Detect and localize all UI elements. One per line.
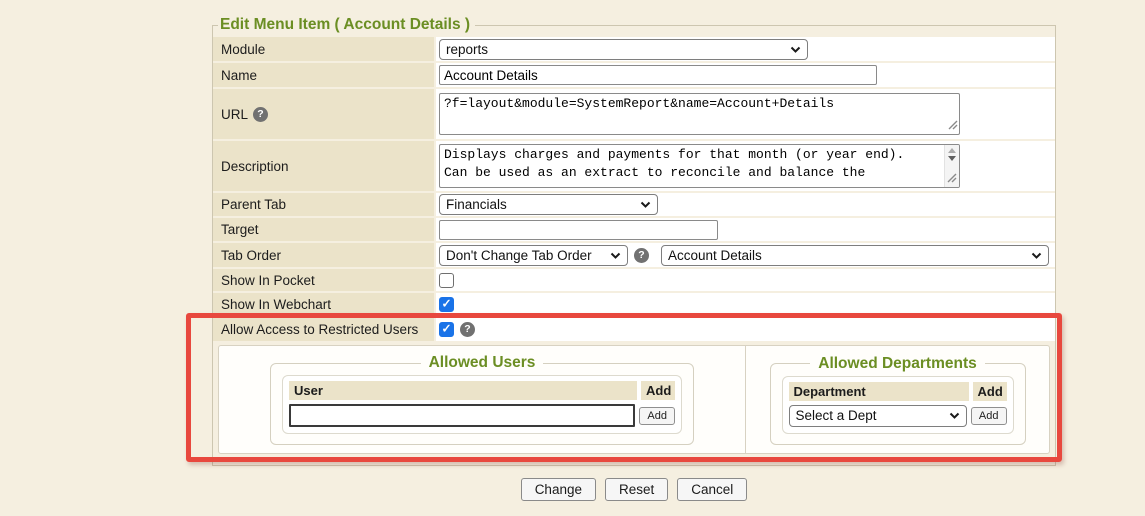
tab-order-label: Tab Order bbox=[213, 243, 434, 267]
allow-access-label: Allow Access to Restricted Users bbox=[213, 317, 434, 341]
form-title: Edit Menu Item ( Account Details ) bbox=[218, 16, 475, 34]
resize-grip-icon[interactable] bbox=[948, 118, 958, 133]
allowed-users-title: Allowed Users bbox=[421, 354, 544, 372]
department-select[interactable]: Select a Dept bbox=[789, 405, 967, 427]
allowed-departments-controls: Select a Dept Add bbox=[789, 405, 1007, 427]
show-in-webchart-checkbox[interactable]: ✓ bbox=[439, 297, 454, 312]
show-in-webchart-label: Show In Webchart bbox=[213, 293, 434, 315]
change-button[interactable]: Change bbox=[521, 478, 596, 501]
show-in-webchart-row: Show In Webchart ✓ bbox=[213, 293, 1055, 315]
add-column-header: Add bbox=[641, 381, 675, 400]
chevron-down-icon bbox=[1031, 252, 1042, 259]
parent-tab-select[interactable]: Financials bbox=[439, 194, 658, 215]
tab-order-item-select[interactable]: Account Details bbox=[661, 245, 1049, 266]
allowed-users-panel: Allowed Users User Add Add bbox=[219, 346, 746, 453]
allowed-departments-panel: Allowed Departments Department Add Selec… bbox=[746, 346, 1049, 453]
target-label: Target bbox=[213, 218, 434, 241]
allowed-departments-card: Department Add Select a Dept bbox=[782, 376, 1014, 434]
cancel-button[interactable]: Cancel bbox=[677, 478, 747, 501]
name-label: Name bbox=[213, 63, 434, 87]
description-label: Description bbox=[213, 141, 434, 191]
description-textarea[interactable]: Displays charges and payments for that m… bbox=[439, 144, 960, 188]
description-textarea-wrap: Displays charges and payments for that m… bbox=[439, 144, 960, 188]
allowed-departments-title: Allowed Departments bbox=[810, 355, 984, 373]
parent-tab-row: Parent Tab Financials bbox=[213, 193, 1055, 216]
chevron-down-icon bbox=[610, 252, 621, 259]
allowed-departments-fieldset: Allowed Departments Department Add Selec… bbox=[770, 355, 1026, 445]
allowed-users-fieldset: Allowed Users User Add Add bbox=[270, 354, 694, 445]
url-value-cell: ?f=layout&module=SystemReport&name=Accou… bbox=[436, 89, 1055, 139]
url-label: URL bbox=[221, 107, 248, 122]
restricted-access-panels-row: Allowed Users User Add Add bbox=[218, 345, 1050, 454]
edit-menu-item-form: Edit Menu Item ( Account Details ) Modul… bbox=[212, 16, 1056, 501]
url-row: URL ? ?f=layout&module=SystemReport&name… bbox=[213, 89, 1055, 139]
url-help-icon[interactable]: ? bbox=[253, 107, 268, 122]
user-column-header: User bbox=[289, 381, 637, 400]
module-row: Module reports bbox=[213, 37, 1055, 61]
tab-order-item-select-value: Account Details bbox=[668, 248, 762, 263]
description-scrollbar[interactable] bbox=[944, 145, 959, 187]
allowed-departments-header: Department Add bbox=[789, 382, 1007, 401]
resize-grip-icon[interactable] bbox=[947, 171, 957, 186]
url-textarea[interactable]: ?f=layout&module=SystemReport&name=Accou… bbox=[439, 93, 960, 135]
name-value-cell bbox=[436, 63, 1055, 87]
allow-access-value-cell: ✓ ? bbox=[436, 317, 1055, 341]
name-input[interactable] bbox=[439, 65, 877, 85]
tab-order-row: Tab Order Don't Change Tab Order ? Accou… bbox=[213, 243, 1055, 267]
description-row: Description Displays charges and payment… bbox=[213, 141, 1055, 191]
target-value-cell bbox=[436, 218, 1055, 241]
url-label-cell: URL ? bbox=[213, 89, 434, 139]
parent-tab-label: Parent Tab bbox=[213, 193, 434, 216]
name-row: Name bbox=[213, 63, 1055, 87]
add-column-header: Add bbox=[973, 382, 1007, 401]
allow-access-help-icon[interactable]: ? bbox=[460, 322, 475, 337]
add-department-button[interactable]: Add bbox=[971, 407, 1007, 425]
allow-access-checkbox[interactable]: ✓ bbox=[439, 322, 454, 337]
tab-order-select-value: Don't Change Tab Order bbox=[446, 248, 592, 263]
target-input[interactable] bbox=[439, 220, 718, 240]
module-value-cell: reports bbox=[436, 37, 1055, 61]
scroll-down-icon[interactable] bbox=[948, 156, 956, 161]
show-in-pocket-label: Show In Pocket bbox=[213, 269, 434, 291]
url-textarea-wrap: ?f=layout&module=SystemReport&name=Accou… bbox=[439, 93, 960, 135]
allowed-users-header: User Add bbox=[289, 381, 675, 400]
tab-order-select[interactable]: Don't Change Tab Order bbox=[439, 245, 628, 266]
reset-button[interactable]: Reset bbox=[605, 478, 668, 501]
checkmark-icon: ✓ bbox=[441, 323, 451, 335]
checkmark-icon: ✓ bbox=[441, 298, 451, 310]
module-select-value: reports bbox=[446, 42, 488, 57]
restricted-access-panels: Allowed Users User Add Add bbox=[218, 345, 1050, 454]
tab-order-value-cell: Don't Change Tab Order ? Account Details bbox=[436, 243, 1055, 267]
form-actions: Change Reset Cancel bbox=[212, 478, 1056, 501]
show-in-pocket-row: Show In Pocket ✓ bbox=[213, 269, 1055, 291]
description-value-cell: Displays charges and payments for that m… bbox=[436, 141, 1055, 191]
department-select-value: Select a Dept bbox=[796, 408, 877, 423]
tab-order-help-icon[interactable]: ? bbox=[634, 248, 649, 263]
department-column-header: Department bbox=[789, 382, 969, 401]
show-in-webchart-value-cell: ✓ bbox=[436, 293, 1055, 315]
user-input[interactable] bbox=[289, 404, 635, 427]
module-select[interactable]: reports bbox=[439, 39, 808, 60]
add-user-button[interactable]: Add bbox=[639, 407, 675, 425]
show-in-pocket-checkbox[interactable]: ✓ bbox=[439, 273, 454, 288]
show-in-pocket-value-cell: ✓ bbox=[436, 269, 1055, 291]
parent-tab-value-cell: Financials bbox=[436, 193, 1055, 216]
module-label: Module bbox=[213, 37, 434, 61]
target-row: Target bbox=[213, 218, 1055, 241]
edit-menu-item-fieldset: Edit Menu Item ( Account Details ) Modul… bbox=[212, 16, 1056, 466]
chevron-down-icon bbox=[640, 201, 651, 208]
allow-access-row: Allow Access to Restricted Users ✓ ? bbox=[213, 317, 1055, 341]
chevron-down-icon bbox=[790, 46, 801, 53]
scroll-up-icon[interactable] bbox=[948, 148, 956, 153]
chevron-down-icon bbox=[949, 412, 960, 419]
allowed-users-controls: Add bbox=[289, 404, 675, 427]
form-rows: Module reports Name U bbox=[213, 37, 1055, 454]
allowed-users-card: User Add Add bbox=[282, 375, 682, 434]
parent-tab-select-value: Financials bbox=[446, 197, 507, 212]
